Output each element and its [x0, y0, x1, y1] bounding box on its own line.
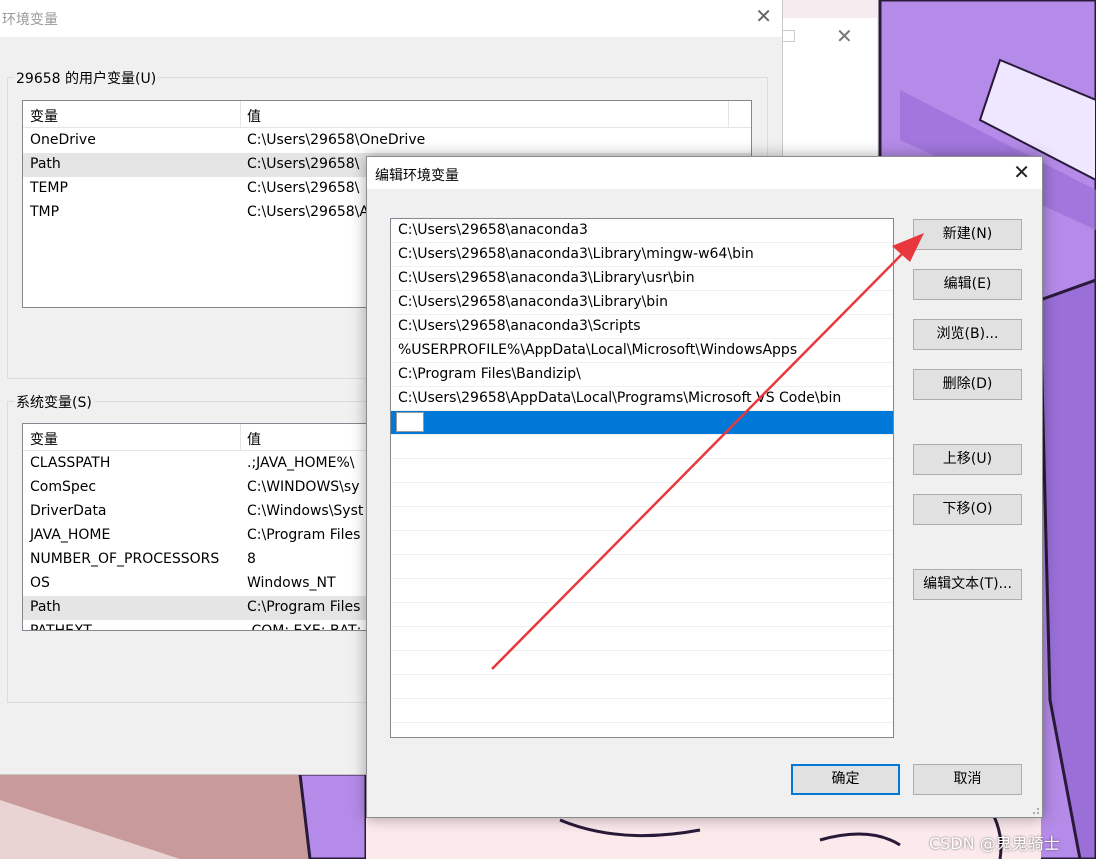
new-path-row[interactable]: [391, 411, 893, 435]
cancel-button[interactable]: 取消: [913, 764, 1022, 795]
variable-value: C:\WINDOWS\sy: [247, 479, 360, 495]
delete-button[interactable]: 删除(D): [913, 369, 1022, 400]
path-entry: C:\Users\29658\AppData\Local\Programs\Mi…: [398, 390, 842, 406]
variable-name: TMP: [30, 204, 60, 220]
edit-text-button[interactable]: 编辑文本(T)...: [913, 569, 1022, 600]
dialog-title: 环境变量: [2, 12, 58, 28]
table-row[interactable]: OneDrive C:\Users\29658\OneDrive: [23, 129, 751, 153]
move-down-button[interactable]: 下移(O): [913, 494, 1022, 525]
empty-row: [391, 531, 893, 555]
new-path-input[interactable]: [396, 412, 424, 432]
empty-row: [391, 555, 893, 579]
empty-row: [391, 459, 893, 483]
list-item[interactable]: %USERPROFILE%\AppData\Local\Microsoft\Wi…: [391, 339, 893, 363]
close-icon[interactable]: ✕: [1013, 160, 1030, 184]
empty-row: [391, 483, 893, 507]
close-icon[interactable]: ✕: [755, 4, 772, 28]
variable-name: NUMBER_OF_PROCESSORS: [30, 551, 220, 567]
variable-name: TEMP: [30, 180, 68, 196]
variable-value: C:\Windows\Syst: [247, 503, 364, 519]
new-button[interactable]: 新建(N): [913, 219, 1022, 250]
variable-value: C:\Program Files: [247, 599, 361, 615]
column-value[interactable]: 值: [247, 429, 261, 449]
move-up-button[interactable]: 上移(U): [913, 444, 1022, 475]
variable-name: Path: [30, 599, 61, 615]
list-header: 变量 值: [23, 101, 751, 128]
title-bar: 环境变量 ✕: [0, 0, 782, 37]
edit-environment-variable-dialog: 编辑环境变量 ✕ C:\Users\29658\anaconda3 C:\Use…: [366, 156, 1043, 818]
path-entry: C:\Users\29658\anaconda3\Library\usr\bin: [398, 270, 695, 286]
list-item[interactable]: C:\Users\29658\AppData\Local\Programs\Mi…: [391, 387, 893, 411]
user-variables-title: 29658 的用户变量(U): [14, 68, 159, 88]
empty-row: [391, 603, 893, 627]
maximize-icon[interactable]: [781, 30, 795, 42]
empty-row: [391, 699, 893, 723]
list-item[interactable]: C:\Users\29658\anaconda3\Library\bin: [391, 291, 893, 315]
variable-name: OS: [30, 575, 50, 591]
variable-value: C:\Users\29658\A: [247, 204, 369, 220]
variable-name: JAVA_HOME: [30, 527, 111, 543]
column-divider[interactable]: [240, 424, 241, 450]
variable-value: C:\Users\29658\: [247, 156, 360, 172]
variable-value: 8: [247, 551, 256, 567]
column-variable[interactable]: 变量: [30, 106, 58, 126]
resize-grip-icon[interactable]: [1030, 805, 1040, 815]
empty-row: [391, 579, 893, 603]
path-entry: C:\Users\29658\anaconda3\Library\mingw-w…: [398, 246, 754, 262]
close-icon[interactable]: ✕: [836, 24, 853, 48]
variable-name: OneDrive: [30, 132, 96, 148]
empty-row: [391, 507, 893, 531]
path-entry: %USERPROFILE%\AppData\Local\Microsoft\Wi…: [398, 342, 798, 358]
background-window: ✕: [780, 18, 877, 158]
dialog-title: 编辑环境变量: [375, 168, 459, 184]
variable-value: Windows_NT: [247, 575, 336, 591]
browse-button[interactable]: 浏览(B)...: [913, 319, 1022, 350]
empty-row: [391, 651, 893, 675]
column-divider[interactable]: [728, 101, 729, 127]
variable-value: C:\Users\29658\: [247, 180, 360, 196]
column-value[interactable]: 值: [247, 106, 261, 126]
list-item[interactable]: C:\Users\29658\anaconda3\Library\usr\bin: [391, 267, 893, 291]
path-entry: C:\Program Files\Bandizip\: [398, 366, 581, 382]
empty-row: [391, 675, 893, 699]
variable-name: Path: [30, 156, 61, 172]
list-item[interactable]: C:\Users\29658\anaconda3\Scripts: [391, 315, 893, 339]
variable-name: PATHEXT: [30, 623, 92, 631]
variable-value: C:\Program Files: [247, 527, 361, 543]
list-item[interactable]: C:\Users\29658\anaconda3\Library\mingw-w…: [391, 243, 893, 267]
column-variable[interactable]: 变量: [30, 429, 58, 449]
empty-row: [391, 627, 893, 651]
ok-button[interactable]: 确定: [791, 764, 900, 795]
edit-button[interactable]: 编辑(E): [913, 269, 1022, 300]
empty-row: [391, 435, 893, 459]
variable-name: DriverData: [30, 503, 107, 519]
watermark: CSDN @鬼鬼骑士: [929, 834, 1060, 853]
variable-name: CLASSPATH: [30, 455, 111, 471]
variable-value: .COM;.EXE;.BAT;: [247, 623, 362, 631]
list-item[interactable]: C:\Users\29658\anaconda3: [391, 219, 893, 243]
path-list[interactable]: C:\Users\29658\anaconda3 C:\Users\29658\…: [390, 218, 894, 738]
variable-value: .;JAVA_HOME%\: [247, 455, 355, 471]
column-divider[interactable]: [240, 101, 241, 127]
variable-value: C:\Users\29658\OneDrive: [247, 132, 426, 148]
list-item[interactable]: C:\Program Files\Bandizip\: [391, 363, 893, 387]
title-bar: 编辑环境变量 ✕: [367, 157, 1042, 189]
path-entry: C:\Users\29658\anaconda3\Library\bin: [398, 294, 668, 310]
path-entry: C:\Users\29658\anaconda3: [398, 222, 588, 238]
variable-name: ComSpec: [30, 479, 97, 495]
system-variables-title: 系统变量(S): [14, 392, 94, 412]
path-entry: C:\Users\29658\anaconda3\Scripts: [398, 318, 641, 334]
